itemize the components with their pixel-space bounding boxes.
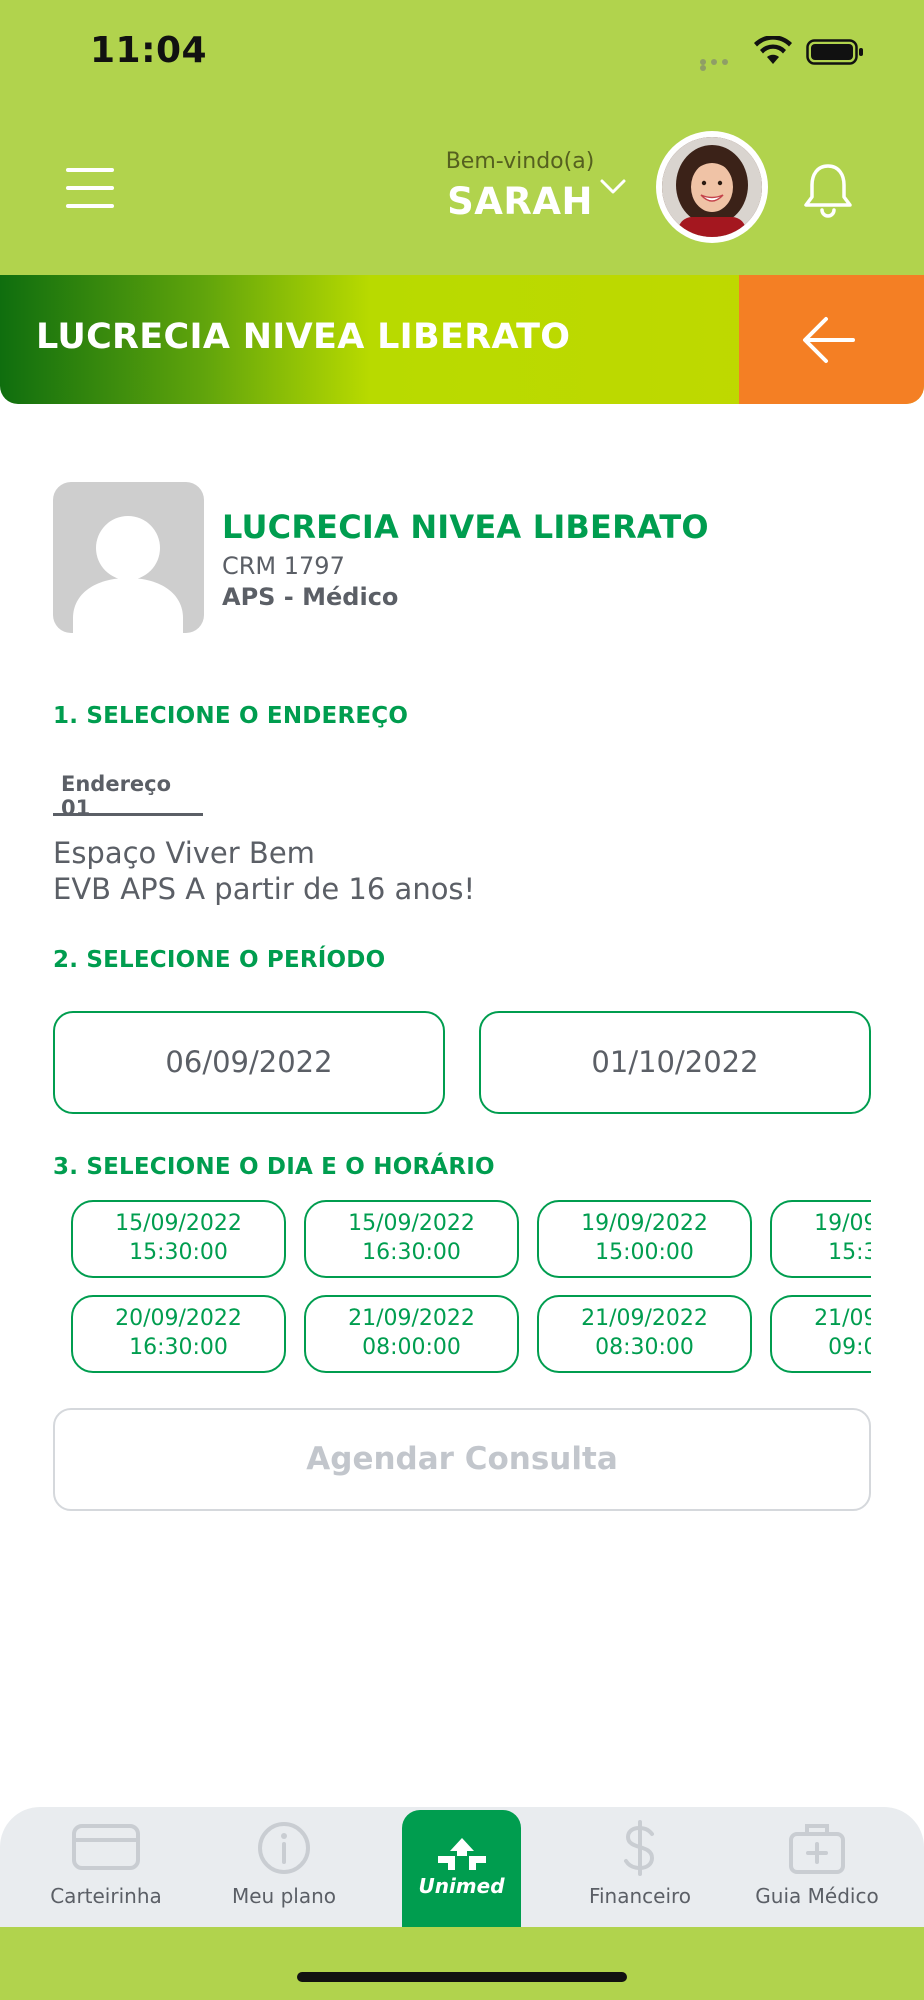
start-date-field[interactable]: 06/09/2022	[53, 1011, 445, 1114]
slot-time: 15:30:00	[828, 1240, 871, 1265]
bottom-safe-area	[0, 1927, 924, 2000]
app-header: 11:04 Bem-vindo(a) SARAH	[0, 0, 924, 275]
dollar-icon	[624, 1820, 655, 1876]
nav-plan-label: Meu plano	[231, 1884, 336, 1908]
address-tab[interactable]: Endereço 01	[53, 766, 203, 820]
doctor-crm: CRM 1797	[222, 552, 345, 580]
battery-icon	[806, 39, 863, 65]
slot-date: 21/09/2022	[581, 1306, 708, 1331]
welcome-label: Bem-vindo(a)	[445, 149, 595, 174]
slot-date: 15/09/2022	[115, 1211, 242, 1236]
end-date-value: 01/10/2022	[591, 1045, 759, 1079]
home-indicator[interactable]	[297, 1972, 627, 1982]
step3-title: 3. SELECIONE O DIA E O HORÁRIO	[53, 1154, 495, 1180]
address-tab-label: Endereço 01	[61, 772, 172, 820]
status-time: 11:04	[90, 30, 208, 71]
slot-date: 21/09/2022	[348, 1306, 475, 1331]
unimed-home-button[interactable]: Unimed	[402, 1810, 521, 1927]
time-slot-grid[interactable]: 15/09/2022 15:30:00 15/09/2022 16:30:00 …	[53, 1196, 871, 1376]
nav-card-label: Carteirinha	[50, 1884, 162, 1908]
time-slot[interactable]: 20/09/2022 16:30:00	[71, 1295, 286, 1373]
slot-date: 20/09/2022	[115, 1306, 242, 1331]
slot-date: 19/09/2022	[581, 1211, 708, 1236]
step2-title: 2. SELECIONE O PERÍODO	[53, 947, 386, 973]
doctor-role: APS - Médico	[222, 583, 399, 611]
time-slot[interactable]: 21/09/2022 08:30:00	[537, 1295, 752, 1373]
unimed-logo-icon	[438, 1838, 486, 1870]
slot-time: 08:30:00	[595, 1335, 694, 1360]
time-slot[interactable]: 19/09/2022 15:00:00	[537, 1200, 752, 1278]
cellular-signal-icon	[700, 59, 742, 71]
end-date-field[interactable]: 01/10/2022	[479, 1011, 871, 1114]
time-slot[interactable]: 19/09/2022 15:30:00	[770, 1200, 871, 1278]
slot-date: 21/09/2022	[814, 1306, 871, 1331]
nav-plan[interactable]: Meu plano	[204, 1818, 364, 1918]
nav-finance-label: Financeiro	[588, 1884, 692, 1908]
address-line-1: Espaço Viver Bem	[53, 836, 315, 870]
slot-date: 19/09/2022	[814, 1211, 871, 1236]
nav-guide[interactable]: Guia Médico	[737, 1818, 897, 1918]
medical-kit-icon	[789, 1824, 845, 1874]
banner-title: LUCRECIA NIVEA LIBERATO	[36, 317, 571, 357]
schedule-appointment-button[interactable]: Agendar Consulta	[53, 1408, 871, 1511]
nav-card[interactable]: Carteirinha	[26, 1818, 186, 1918]
slot-time: 16:30:00	[362, 1240, 461, 1265]
bell-icon[interactable]	[800, 160, 856, 220]
arrow-left-icon	[803, 317, 855, 363]
chevron-down-icon[interactable]	[599, 177, 627, 197]
start-date-value: 06/09/2022	[165, 1045, 333, 1079]
unimed-label: Unimed	[418, 1874, 505, 1898]
step1-title: 1. SELECIONE O ENDEREÇO	[53, 703, 409, 729]
doctor-photo-placeholder	[53, 482, 204, 633]
slot-time: 16:30:00	[129, 1335, 228, 1360]
slot-date: 15/09/2022	[348, 1211, 475, 1236]
address-line-2: EVB APS A partir de 16 anos!	[53, 872, 476, 906]
time-slot[interactable]: 21/09/2022 09:00:00	[770, 1295, 871, 1373]
back-button[interactable]	[739, 275, 924, 404]
nav-guide-label: Guia Médico	[755, 1884, 879, 1908]
slot-time: 15:00:00	[595, 1240, 694, 1265]
credit-card-icon	[72, 1824, 140, 1870]
time-slot[interactable]: 15/09/2022 15:30:00	[71, 1200, 286, 1278]
nav-finance[interactable]: Financeiro	[560, 1818, 720, 1918]
user-name[interactable]: SARAH	[430, 180, 610, 223]
person-placeholder-icon	[73, 516, 183, 633]
wifi-icon	[754, 36, 792, 64]
time-slot[interactable]: 15/09/2022 16:30:00	[304, 1200, 519, 1278]
info-icon	[258, 1822, 310, 1874]
time-slot[interactable]: 21/09/2022 08:00:00	[304, 1295, 519, 1373]
slot-time: 08:00:00	[362, 1335, 461, 1360]
doctor-name: LUCRECIA NIVEA LIBERATO	[222, 508, 709, 546]
doctor-banner: LUCRECIA NIVEA LIBERATO	[0, 275, 924, 404]
hamburger-menu-icon[interactable]	[66, 168, 116, 208]
avatar[interactable]	[656, 131, 768, 243]
slot-time: 09:00:00	[828, 1335, 871, 1360]
profile-photo	[662, 137, 762, 237]
slot-time: 15:30:00	[129, 1240, 228, 1265]
